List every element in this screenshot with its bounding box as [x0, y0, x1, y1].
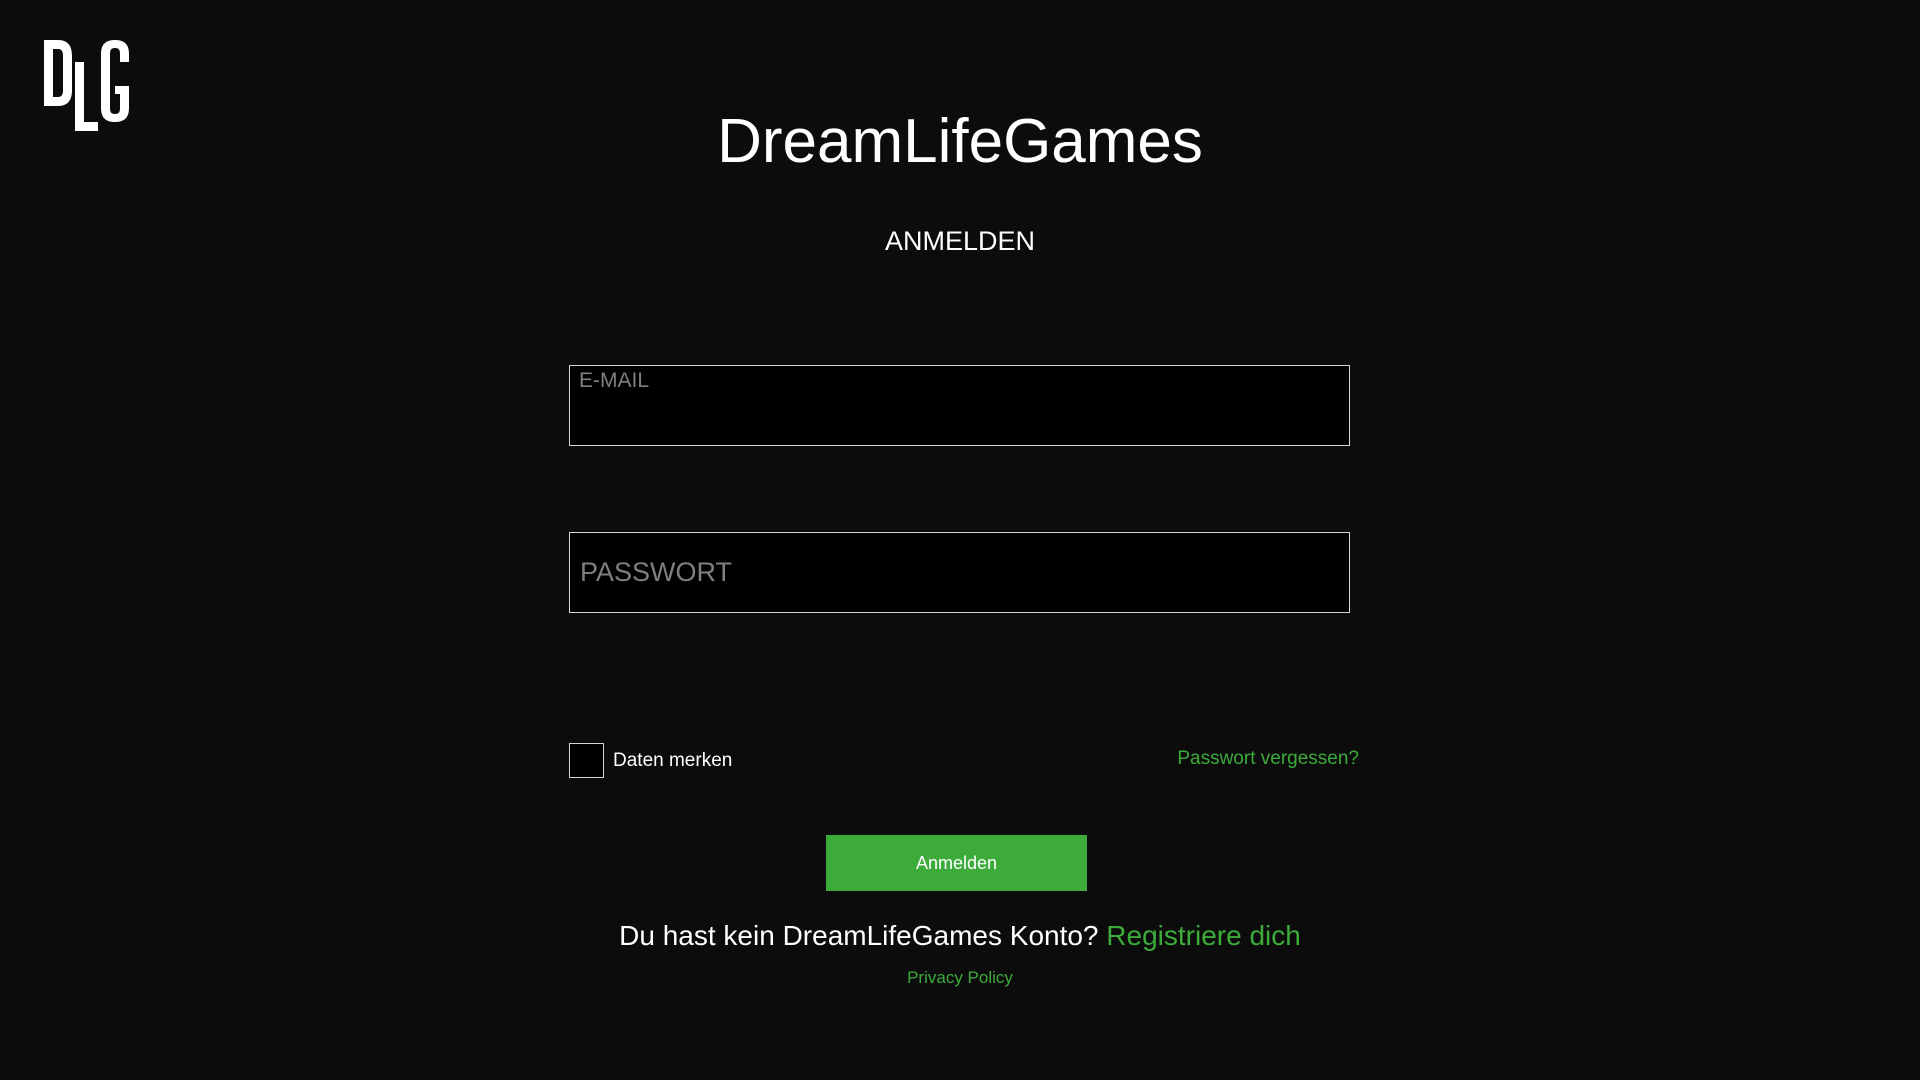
email-field-box [569, 365, 1350, 446]
register-prompt-text: Du hast kein DreamLifeGames Konto? [619, 920, 1107, 951]
register-link[interactable]: Registriere dich [1106, 920, 1301, 951]
privacy-policy-link[interactable]: Privacy Policy [0, 968, 1920, 988]
password-field-box [569, 532, 1350, 613]
login-heading: ANMELDEN [884, 226, 1036, 256]
forgot-password-link[interactable]: Passwort vergessen? [1177, 748, 1359, 770]
password-input[interactable] [570, 533, 1349, 612]
login-button[interactable]: Anmelden [826, 835, 1087, 891]
remember-me-checkbox[interactable] [569, 743, 604, 778]
remember-me-toggle[interactable]: Daten merken [569, 743, 732, 778]
register-prompt-line: Du hast kein DreamLifeGames Konto? Regis… [0, 918, 1920, 954]
login-page: DreamLifeGames ANMELDEN Daten merken Pas… [0, 0, 1920, 1080]
brand-title: DreamLifeGames [717, 107, 1203, 176]
email-input[interactable] [570, 366, 1349, 445]
remember-me-label: Daten merken [613, 749, 733, 771]
